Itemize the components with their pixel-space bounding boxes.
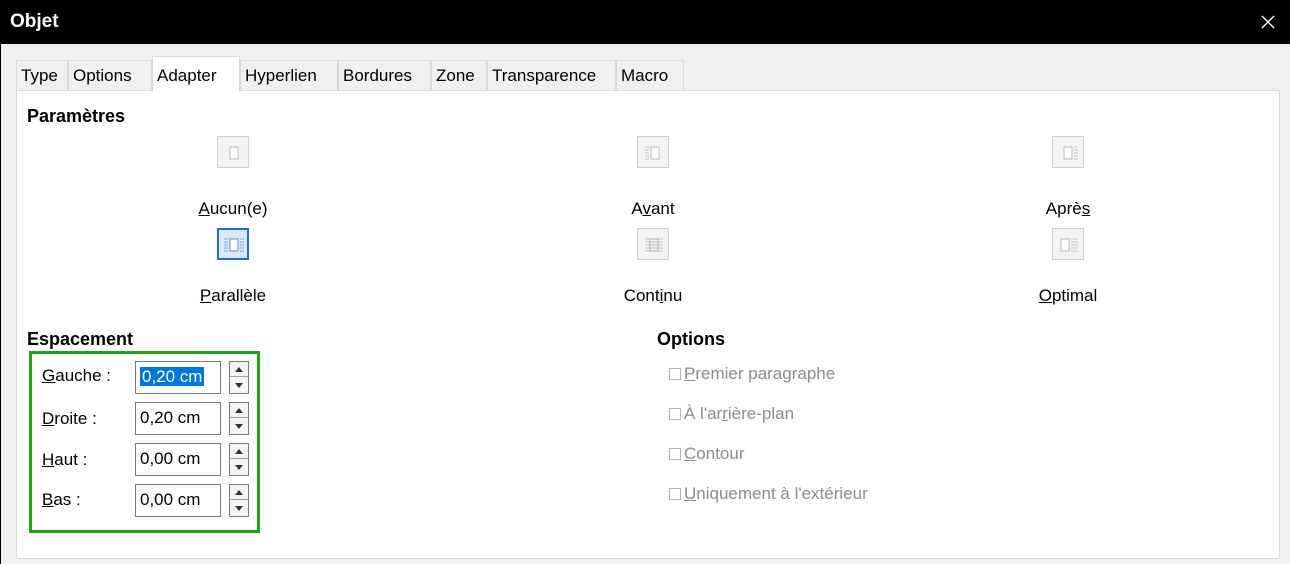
title-bar: Objet [0, 0, 1290, 44]
bas-input[interactable]: 0,00 cm [135, 484, 221, 517]
parametres-heading: Paramètres [27, 106, 126, 126]
wrap-parallel-label: Parallèle [199, 286, 267, 305]
wrap-optimal-icon [1060, 238, 1078, 252]
gauche-decrement-button[interactable] [230, 378, 248, 393]
wrap-after-icon [1063, 146, 1078, 160]
checkbox-icon [669, 408, 681, 420]
wrap-through-button[interactable] [637, 228, 669, 260]
wrap-after-button[interactable] [1052, 136, 1084, 168]
spin-up-icon [235, 366, 243, 372]
gauche-input[interactable]: 0,20 cm [135, 361, 221, 394]
spin-up-icon [235, 448, 243, 454]
tab-transparence[interactable]: Transparence [487, 60, 616, 90]
spin-down-icon [235, 383, 243, 388]
tab-options[interactable]: Options [68, 60, 152, 90]
spin-up-icon [235, 407, 243, 413]
tab-hyperlien[interactable]: Hyperlien [240, 60, 338, 90]
dialog-body: Type Options Adapter Hyperlien Bordures … [0, 44, 1290, 564]
spin-down-icon [235, 424, 243, 429]
premier-paragraphe-checkbox[interactable]: Premier paragraphe [669, 364, 835, 384]
uniquement-exterieur-checkbox[interactable]: Uniquement à l'extérieur [669, 484, 868, 504]
close-button[interactable] [1252, 6, 1284, 38]
wrap-through-label: Continu [623, 286, 683, 305]
tab-macro[interactable]: Macro [616, 60, 684, 90]
checkbox-icon [669, 488, 681, 500]
close-icon [1261, 15, 1275, 29]
haut-input[interactable]: 0,00 cm [135, 443, 221, 476]
tab-adapter[interactable]: Adapter [152, 56, 240, 91]
wrap-before-label: Avant [631, 199, 675, 218]
arriere-plan-checkbox[interactable]: À l'arrière-plan [669, 404, 794, 424]
haut-label: Haut : [42, 450, 88, 469]
tab-zone[interactable]: Zone [431, 60, 487, 90]
bas-increment-button[interactable] [230, 485, 248, 500]
tab-bordures[interactable]: Bordures [338, 60, 431, 90]
droite-increment-button[interactable] [230, 403, 248, 418]
dialog-title: Objet [10, 11, 59, 32]
haut-spinner [229, 443, 249, 476]
gauche-increment-button[interactable] [230, 362, 248, 377]
tab-type[interactable]: Type [16, 60, 68, 90]
wrap-before-button[interactable] [637, 136, 669, 168]
wrap-parallel-icon [224, 238, 244, 252]
wrap-after-label: Après [1045, 199, 1091, 218]
wrap-optimal-label: Optimal [1038, 286, 1098, 305]
checkbox-icon [669, 448, 681, 460]
spin-up-icon [235, 489, 243, 495]
checkbox-icon [669, 368, 681, 380]
spin-down-icon [235, 465, 243, 470]
droite-spinner [229, 402, 249, 435]
droite-label: Droite : [42, 409, 97, 428]
wrap-before-icon [645, 146, 660, 160]
wrap-none-button[interactable] [217, 136, 249, 168]
contour-checkbox[interactable]: Contour [669, 444, 744, 464]
spin-down-icon [235, 506, 243, 511]
bas-decrement-button[interactable] [230, 501, 248, 516]
droite-input[interactable]: 0,20 cm [135, 402, 221, 435]
spacing-highlight-box: Gauche : 0,20 cm Droite : 0,20 cm Haut :… [29, 351, 260, 533]
wrap-optimal-button[interactable] [1052, 228, 1084, 260]
haut-decrement-button[interactable] [230, 460, 248, 475]
adapter-panel: Paramètres Aucun(e) Avant Après Parallèl… [16, 90, 1280, 559]
droite-decrement-button[interactable] [230, 419, 248, 434]
gauche-label: Gauche : [42, 366, 111, 385]
haut-increment-button[interactable] [230, 444, 248, 459]
wrap-none-label: Aucun(e) [198, 199, 268, 218]
wrap-through-icon [645, 238, 663, 252]
options-heading: Options [657, 329, 725, 349]
bas-label: Bas : [42, 490, 81, 509]
gauche-spinner [229, 361, 249, 394]
espacement-heading: Espacement [27, 329, 134, 349]
bas-spinner [229, 484, 249, 517]
wrap-parallel-button[interactable] [217, 228, 249, 260]
wrap-none-icon [229, 146, 239, 160]
